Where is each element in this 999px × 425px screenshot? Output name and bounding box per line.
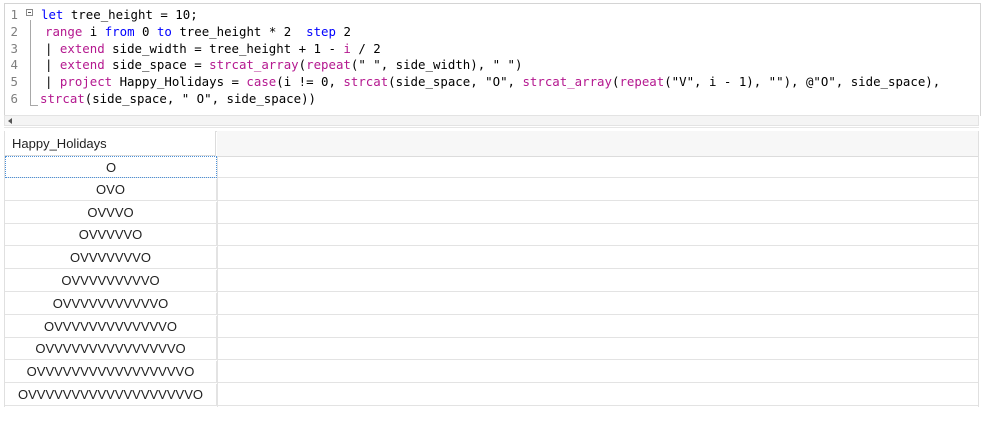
horizontal-scrollbar[interactable] [4, 115, 979, 126]
table-cell[interactable]: OVVVVVVVVVVVO [5, 292, 217, 315]
table-row[interactable]: O [5, 156, 978, 178]
grid-header-empty [217, 131, 978, 157]
code-token: side_space = [104, 57, 210, 73]
table-row[interactable]: OVVVVVVVVVVVVVVVVVO [5, 361, 978, 384]
code-token: 0 [134, 23, 157, 39]
table-row[interactable]: OVVVVVVVO [5, 247, 978, 270]
code-token: let [41, 7, 64, 22]
line-number: 6 [10, 91, 18, 106]
scroll-left-icon[interactable] [8, 118, 12, 124]
code-token: extend [59, 57, 105, 73]
table-cell[interactable]: OVO [5, 178, 217, 201]
table-cell[interactable]: OVVVVVVVO [5, 247, 217, 270]
code-token: range [45, 23, 83, 39]
line-number: 3 [10, 40, 18, 56]
code-line[interactable]: 6 strcat(side_space, " O", side_space)) [5, 90, 980, 107]
code-token: side_width = tree_height + 1 - [104, 40, 344, 56]
results-grid: Happy_Holidays O OVO OVVVO OVVVVVO OVVVVVVVO… [4, 131, 979, 421]
code-token: strcat [40, 91, 85, 106]
line-number: 4 [10, 57, 18, 73]
code-token: to [156, 23, 172, 39]
table-row[interactable]: OVVVVVVVVVVVVVVVVVVVO [5, 384, 978, 406]
code-token: (" ", side_width), " ") [350, 57, 523, 73]
table-cell[interactable]: OVVVVVVVVVVVVVVVO [5, 338, 217, 361]
code-token: / 2 [350, 40, 381, 56]
code-text: | project Happy_Holidays = case(i != 0, … [45, 73, 940, 90]
table-row[interactable]: OVO [5, 178, 978, 201]
line-number: 1 [10, 7, 18, 22]
code-token: ("V", i - 1), ""), @"O", side_space), [664, 74, 941, 90]
code-token: strcat [343, 74, 389, 90]
code-token: i [343, 40, 351, 56]
code-token: | [45, 40, 60, 56]
code-token: tree_height * 2 [171, 23, 307, 39]
code-token: (side_space, " O", side_space)) [84, 91, 317, 106]
code-token: | [45, 74, 60, 90]
code-token: from [104, 23, 135, 39]
code-token: (side_space, "O", [388, 74, 523, 90]
line-number: 2 [10, 23, 18, 39]
code-token: strcat_array [209, 57, 299, 73]
table-row[interactable]: OVVVVVVVVVVVVVVVO [5, 338, 978, 361]
table-row[interactable]: OVVVVVO [5, 224, 978, 247]
code-line[interactable]: 2 range i from 0 to tree_height * 2 step … [5, 23, 980, 40]
code-token: step [306, 23, 336, 39]
table-cell[interactable]: OVVVVVVVVVO [5, 270, 217, 292]
code-line[interactable]: 1 let tree_height = 10; [5, 6, 980, 23]
table-cell[interactable]: OVVVO [5, 201, 217, 224]
table-row[interactable]: OVVVO [5, 201, 978, 224]
code-text: range i from 0 to tree_height * 2 step 2 [45, 23, 351, 40]
code-token: strcat_array [522, 74, 612, 90]
table-cell[interactable]: OVVVVVVVVVVVVVO [5, 315, 217, 338]
code-text: | extend side_width = tree_height + 1 - … [45, 40, 381, 57]
code-token: i [82, 23, 105, 39]
code-token: repeat [306, 57, 351, 73]
code-token: tree_height = 10; [63, 7, 198, 22]
code-text: let tree_height = 10; [41, 6, 198, 23]
code-line[interactable]: 3 | extend side_width = tree_height + 1 -… [5, 40, 980, 57]
code-token: ( [298, 57, 307, 73]
table-cell[interactable]: O [5, 156, 217, 178]
table-cell[interactable]: OVVVVVO [5, 224, 217, 247]
code-token: case [246, 74, 277, 90]
table-row[interactable]: OVVVVVVVVVVVVVO [5, 315, 978, 338]
code-token: extend [59, 40, 105, 56]
code-token: Happy_Holidays = [112, 74, 247, 90]
code-text: | extend side_space = strcat_array(repea… [45, 56, 522, 73]
code-text: strcat(side_space, " O", side_space)) [40, 90, 316, 107]
code-token: 2 [335, 23, 351, 39]
code-line[interactable]: 4 | extend side_space = strcat_array(repe… [5, 56, 980, 73]
code-token: | [45, 57, 60, 73]
table-cell[interactable]: OVVVVVVVVVVVVVVVVVO [5, 361, 217, 384]
table-row[interactable]: OVVVVVVVVVO [5, 270, 978, 292]
column-header-happy-holidays[interactable]: Happy_Holidays [5, 131, 216, 156]
table-cell[interactable]: OVVVVVVVVVVVVVVVVVVVO [5, 384, 217, 406]
code-token: project [59, 74, 113, 90]
query-editor[interactable]: 1 let tree_height = 10; 2 range i from 0 to… [4, 3, 981, 116]
line-number: 5 [10, 74, 18, 90]
table-row[interactable]: OVVVVVVVVVVVO [5, 292, 978, 315]
divider [4, 127, 979, 128]
code-token: repeat [619, 74, 665, 90]
code-token: (i != 0, [276, 74, 344, 90]
code-line[interactable]: 5 | project Happy_Holidays = case(i != 0,… [5, 73, 980, 90]
